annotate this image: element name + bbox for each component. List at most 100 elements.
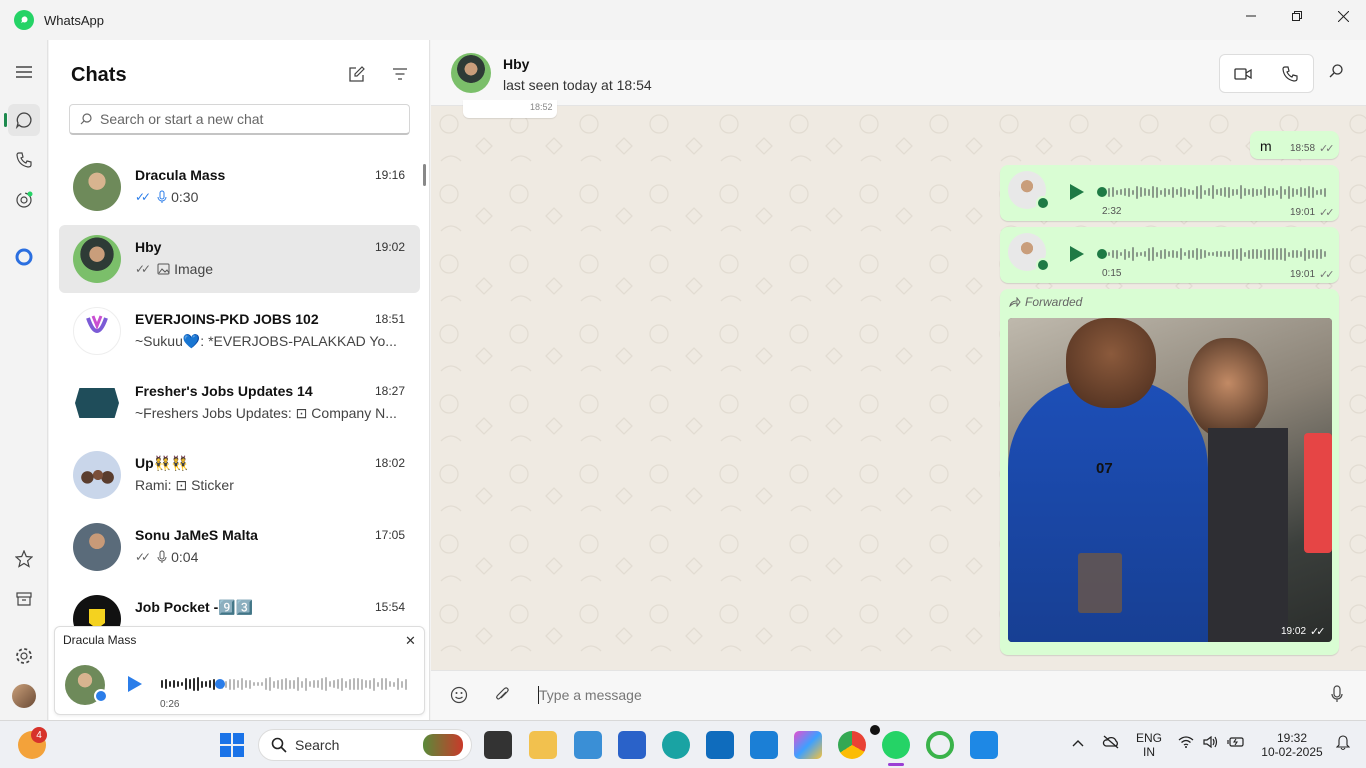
waveform-bar <box>329 681 331 687</box>
contact-avatar[interactable] <box>451 53 491 93</box>
vscode-icon[interactable] <box>970 731 998 759</box>
outgoing-text-message[interactable]: m 18:58 ✓✓ <box>1250 131 1339 159</box>
system-clock[interactable]: 19:32 10-02-2025 <box>1258 731 1326 759</box>
message-photo[interactable]: 07 19:02 ✓✓ <box>1008 318 1332 642</box>
chat-item-everjoins[interactable]: EVERJOINS-PKD JOBS 102 18:51 ~Sukuu💙: *E… <box>59 297 420 365</box>
play-button[interactable] <box>1070 246 1084 262</box>
waveform[interactable] <box>1108 185 1326 199</box>
show-hidden-icons-button[interactable] <box>1072 736 1084 750</box>
waveform-bar <box>1240 185 1242 199</box>
status-nav-button[interactable] <box>8 184 40 216</box>
waveform-bar <box>341 677 343 691</box>
edge-browser-icon[interactable] <box>662 731 690 759</box>
settings-button[interactable] <box>8 640 40 672</box>
battery-icon[interactable] <box>1227 736 1245 751</box>
menu-button[interactable] <box>8 56 40 88</box>
seek-handle[interactable] <box>1097 249 1107 259</box>
message-input[interactable]: Type a message <box>539 687 642 703</box>
chat-item-hby[interactable]: Hby 19:02 ✓✓ Image <box>59 225 420 293</box>
outlook-icon[interactable] <box>706 731 734 759</box>
waveform-bar <box>173 680 175 688</box>
chat-name: Job Pocket -9️⃣3️⃣ <box>135 599 254 615</box>
chrome-icon[interactable] <box>838 731 866 759</box>
search-input[interactable]: Search or start a new chat <box>69 104 410 135</box>
waveform-bar <box>1276 189 1278 195</box>
chat-item-freshers-jobs[interactable]: Fresher's Jobs Updates 14 18:27 ~Fresher… <box>59 369 420 437</box>
waveform-bar <box>365 680 367 688</box>
outgoing-voice-message[interactable]: 2:32 19:01 ✓✓ <box>1000 165 1339 221</box>
close-window-button[interactable] <box>1320 0 1366 32</box>
volume-icon[interactable] <box>1203 735 1219 751</box>
chat-name: Sonu JaMeS Malta <box>135 527 258 543</box>
mini-player-close-button[interactable]: ✕ <box>405 633 416 649</box>
search-icon <box>80 113 92 125</box>
archive-icon <box>16 592 32 606</box>
loading-app-icon[interactable] <box>926 731 954 759</box>
message-area[interactable]: 18:52 m 18:58 ✓✓ 2:32 19:01 ✓✓ 0:15 19:0… <box>431 100 1366 670</box>
voice-record-button[interactable] <box>1331 685 1343 708</box>
maximize-button[interactable] <box>1274 0 1320 32</box>
app-title: WhatsApp <box>44 13 104 28</box>
mini-play-button[interactable] <box>128 676 142 692</box>
outgoing-voice-message[interactable]: 0:15 19:01 ✓✓ <box>1000 227 1339 283</box>
copilot-icon[interactable] <box>794 731 822 759</box>
emoji-button[interactable] <box>450 686 468 709</box>
waveform-bar <box>1204 250 1206 258</box>
whatsapp-taskbar-icon[interactable] <box>882 731 910 759</box>
waveform-bar <box>361 678 363 690</box>
waveform-bar <box>305 677 307 691</box>
starred-messages-button[interactable] <box>8 543 40 575</box>
search-in-chat-button[interactable] <box>1329 64 1343 83</box>
double-check-icon: ✓✓ <box>135 190 151 204</box>
video-call-button[interactable] <box>1220 55 1267 92</box>
waveform-bar <box>177 681 179 687</box>
waveform-bar <box>1276 248 1278 260</box>
waveform-bar <box>1236 249 1238 259</box>
start-button[interactable] <box>218 731 246 759</box>
play-button[interactable] <box>1070 184 1084 200</box>
meta-ai-button[interactable] <box>8 241 40 273</box>
filter-button[interactable] <box>388 62 412 86</box>
attach-button[interactable] <box>494 686 510 709</box>
profile-button[interactable] <box>8 680 40 712</box>
chats-nav-button[interactable] <box>4 104 40 136</box>
notes-app-icon[interactable] <box>574 731 602 759</box>
waveform-bar <box>1248 249 1250 259</box>
task-view-icon[interactable] <box>484 731 512 759</box>
incoming-message-partial[interactable]: 18:52 <box>463 100 557 118</box>
new-chat-button[interactable] <box>344 62 368 86</box>
mini-seek-handle[interactable] <box>215 679 225 689</box>
notification-center-icon[interactable] <box>1335 735 1351 754</box>
outgoing-image-message[interactable]: Forwarded 07 19:02 ✓✓ <box>1000 289 1339 655</box>
chat-name: EVERJOINS-PKD JOBS 102 <box>135 311 319 327</box>
file-explorer-icon[interactable] <box>529 731 557 759</box>
avatar <box>73 307 121 355</box>
calls-nav-button[interactable] <box>8 144 40 176</box>
mic-badge-icon <box>1036 196 1050 210</box>
waveform-bar <box>189 679 191 689</box>
conversation-header[interactable]: Hby last seen today at 18:54 <box>431 40 1366 106</box>
chat-item-up[interactable]: Up👯👯 18:02 Rami: ⊡ Sticker <box>59 441 420 509</box>
chat-item-dracula-mass[interactable]: Dracula Mass 19:16 ✓✓ 0:30 <box>59 153 420 221</box>
seek-handle[interactable] <box>1097 187 1107 197</box>
chat-list-scrollbar[interactable] <box>423 164 426 186</box>
waveform-bar <box>309 681 311 687</box>
wifi-icon[interactable] <box>1178 736 1194 751</box>
archived-button[interactable] <box>8 583 40 615</box>
minimize-button[interactable] <box>1228 0 1274 32</box>
mini-waveform[interactable] <box>161 677 407 691</box>
waveform-bar <box>1196 185 1198 199</box>
waveform[interactable] <box>1108 247 1326 261</box>
minimize-icon <box>1246 15 1256 17</box>
microsoft-store-icon[interactable] <box>618 731 646 759</box>
avatar <box>73 379 121 427</box>
taskbar-search[interactable]: Search <box>258 729 472 761</box>
waveform-bar <box>1296 250 1298 258</box>
onedrive-icon[interactable] <box>1102 735 1120 752</box>
language-indicator[interactable]: ENG IN <box>1136 731 1162 759</box>
chat-item-sonu[interactable]: Sonu JaMeS Malta 17:05 ✓✓ 0:04 <box>59 513 420 581</box>
voice-call-button[interactable] <box>1267 55 1314 92</box>
hp-app-icon[interactable] <box>750 731 778 759</box>
waveform-bar <box>1116 189 1118 195</box>
chevron-up-icon <box>1072 740 1084 747</box>
